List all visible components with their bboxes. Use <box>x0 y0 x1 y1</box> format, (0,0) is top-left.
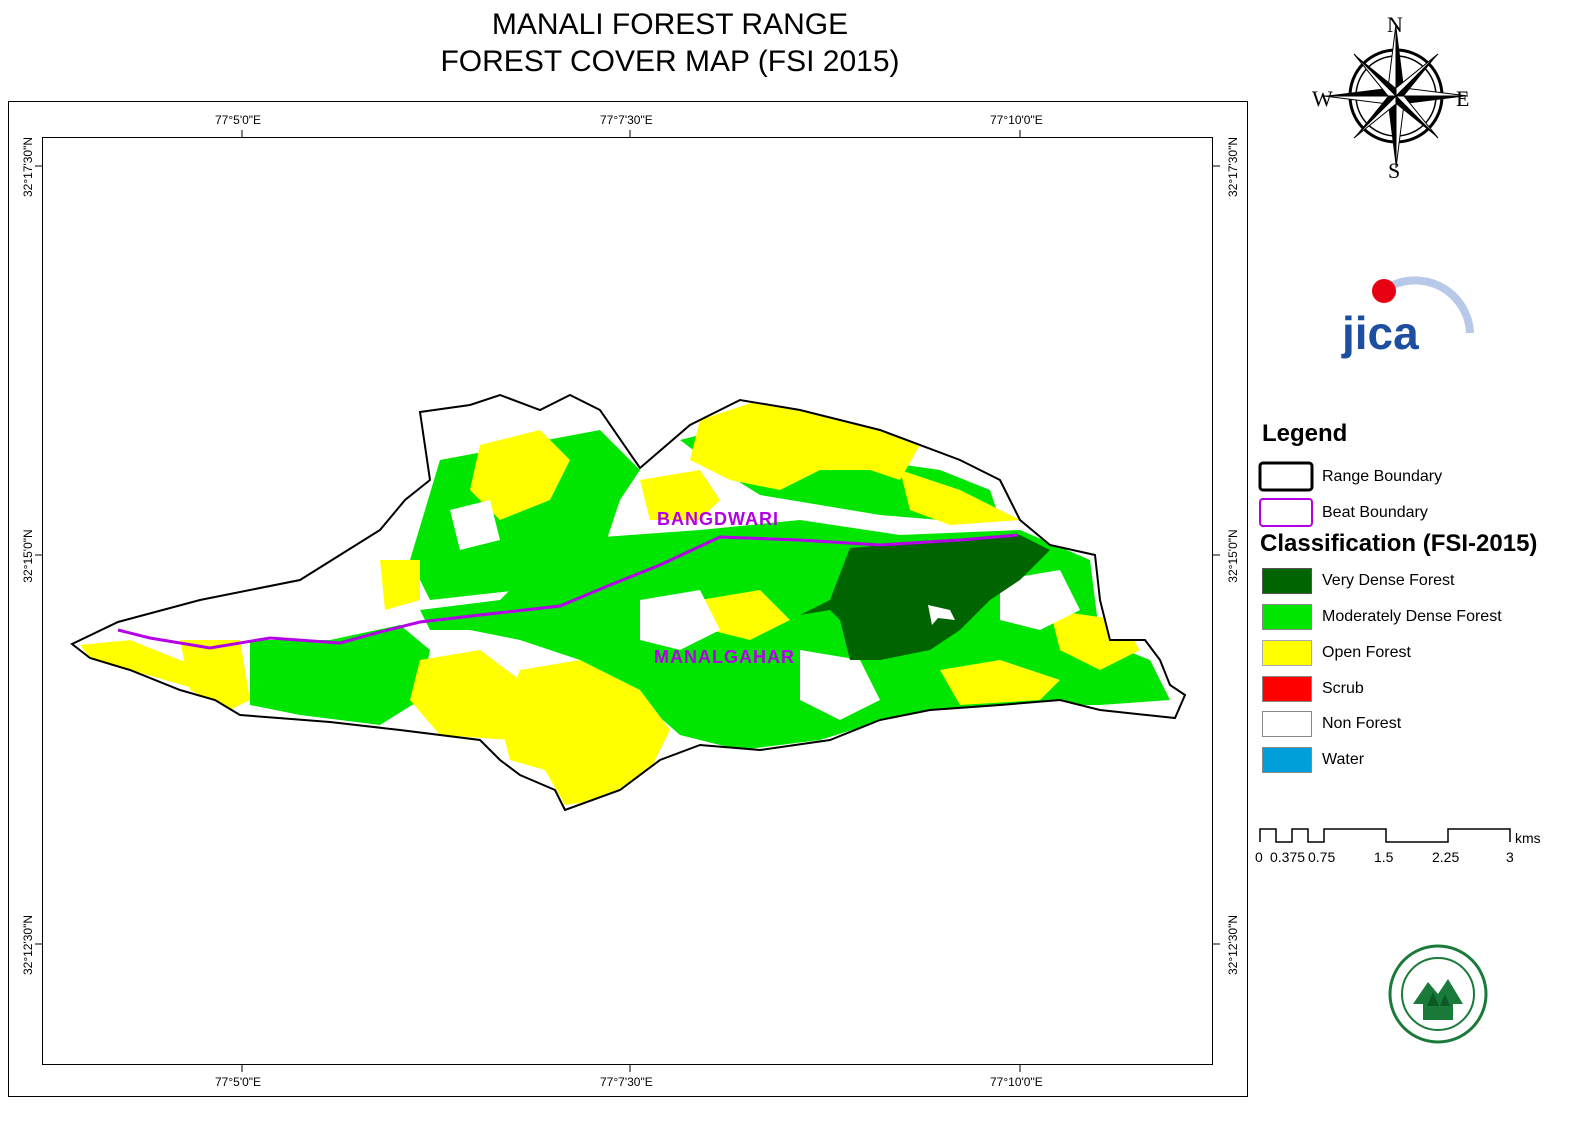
legend-label: Water <box>1322 751 1365 768</box>
scale-label: 0.375 <box>1270 849 1306 865</box>
legend-label: Non Forest <box>1322 715 1402 732</box>
legend-item-non-forest: Non Forest <box>1262 711 1401 737</box>
compass-north: N <box>1387 12 1403 37</box>
legend-item-open-forest: Open Forest <box>1262 640 1411 666</box>
legend-label: Scrub <box>1322 680 1364 697</box>
scale-label: 1.5 <box>1374 849 1394 865</box>
scale-label: 2.25 <box>1432 849 1460 865</box>
compass-east: E <box>1456 86 1470 111</box>
emblem-graphic <box>1388 944 1488 1044</box>
beat-label-bangdwari: BANGDWARI <box>657 509 779 529</box>
legend-swatch <box>1262 640 1312 666</box>
legend-swatch <box>1262 568 1312 594</box>
legend-item-water: Water <box>1262 747 1364 773</box>
legend-label: Beat Boundary <box>1322 504 1428 521</box>
legend-label: Very Dense Forest <box>1322 572 1455 589</box>
scale-bar <box>1259 828 1511 843</box>
legend-label: Moderately Dense Forest <box>1322 608 1502 625</box>
compass-rose <box>1323 23 1469 169</box>
scale-label: 0.75 <box>1308 849 1336 865</box>
scale-label: 3 <box>1506 849 1514 865</box>
legend-item-moderately-dense: Moderately Dense Forest <box>1262 604 1502 630</box>
beat-label-manalgahar: MANALGAHAR <box>654 647 795 667</box>
legend-title: Legend <box>1262 420 1348 447</box>
compass-south: S <box>1388 158 1401 183</box>
range-boundary-swatch <box>1258 461 1314 492</box>
legend-swatch <box>1262 604 1312 630</box>
legend-label: Range Boundary <box>1322 468 1443 485</box>
legend-item-scrub: Scrub <box>1262 676 1364 702</box>
jica-logo: jica <box>1340 253 1480 363</box>
legend-swatch <box>1262 711 1312 737</box>
scale-label: 0 <box>1255 849 1263 865</box>
legend-item-range-boundary: Range Boundary <box>1322 464 1442 490</box>
forest-classes <box>72 395 1185 810</box>
legend-swatch <box>1262 747 1312 773</box>
legend-label: Open Forest <box>1322 644 1411 661</box>
legend-item-beat-boundary: Beat Boundary <box>1322 500 1428 526</box>
compass-west: W <box>1312 86 1333 111</box>
scale-unit: kms <box>1515 830 1541 846</box>
beat-boundary-swatch <box>1259 498 1313 527</box>
classification-title: Classification (FSI-2015) <box>1260 530 1538 557</box>
forest-cover-map <box>35 23 1511 1072</box>
legend-item-very-dense: Very Dense Forest <box>1262 568 1455 594</box>
legend-swatch <box>1262 676 1312 702</box>
jica-logo-graphic: jica <box>1341 276 1474 359</box>
jica-logo-text: jica <box>1341 307 1419 359</box>
